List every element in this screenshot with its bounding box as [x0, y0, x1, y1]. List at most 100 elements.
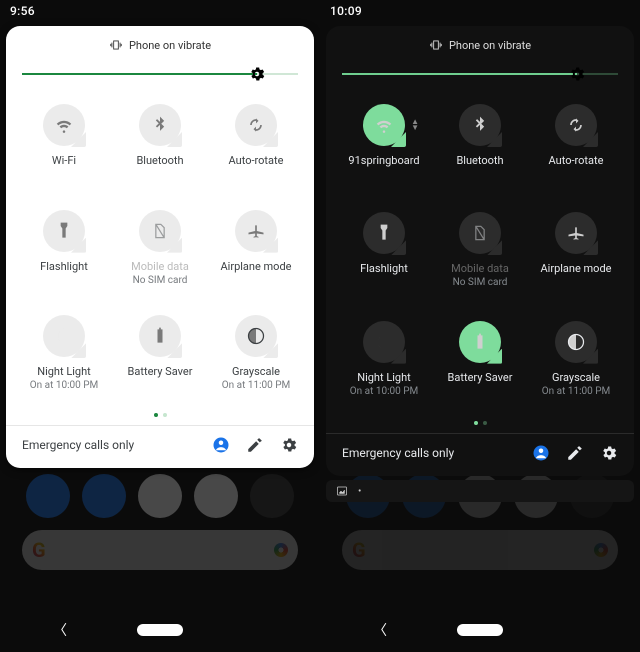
bluetooth-icon[interactable]	[139, 104, 181, 146]
battery-icon[interactable]	[459, 321, 501, 363]
messages-app-icon	[82, 474, 126, 518]
home-search-bar: G	[342, 530, 618, 570]
navigation-bar: 〈	[0, 608, 320, 652]
chrome-app-icon	[194, 474, 238, 518]
brightness-fill	[342, 73, 577, 75]
contrast-icon[interactable]	[555, 321, 597, 363]
page-dot	[163, 413, 167, 417]
tile-bluetooth[interactable]: Bluetooth	[115, 104, 205, 198]
carrier-text: Emergency calls only	[22, 438, 134, 452]
wifi-icon[interactable]: ▲▼	[363, 104, 405, 146]
moon-icon[interactable]	[363, 321, 405, 363]
page-dot	[154, 413, 158, 417]
tile-flashlight[interactable]: Flashlight	[339, 212, 429, 308]
tile-label: Battery Saver	[128, 365, 193, 378]
statusbar: 9:56	[0, 0, 320, 24]
user-icon[interactable]	[212, 436, 230, 454]
ringer-status-row[interactable]: Phone on vibrate	[336, 38, 624, 52]
airplane-icon[interactable]	[555, 212, 597, 254]
nosim-icon[interactable]	[139, 210, 181, 252]
flashlight-icon[interactable]	[363, 212, 405, 254]
google-logo-icon: G	[32, 538, 46, 562]
screenshot-icon	[336, 485, 348, 497]
tile-label: Airplane mode	[220, 260, 291, 273]
brightness-slider[interactable]	[342, 64, 618, 84]
assistant-icon	[594, 543, 608, 557]
quick-settings-panel: Phone on vibrate Wi-Fi Bluetooth Auto-rota…	[6, 26, 314, 468]
tile-label: Mobile dataNo SIM card	[131, 260, 189, 287]
contrast-icon[interactable]	[235, 315, 277, 357]
tile-airplane[interactable]: Airplane mode	[531, 212, 621, 308]
status-time: 9:56	[10, 4, 35, 18]
ringer-status-text: Phone on vibrate	[129, 39, 211, 52]
wifi-icon[interactable]	[43, 104, 85, 146]
home-button[interactable]	[457, 624, 503, 636]
camera-app-icon	[250, 474, 294, 518]
tile-label: 91springboard	[348, 154, 419, 167]
tile-bluetooth[interactable]: Bluetooth	[435, 104, 525, 200]
vibrate-icon	[429, 38, 443, 52]
tile-label: Flashlight	[360, 262, 408, 275]
brightness-thumb[interactable]	[568, 65, 586, 83]
airplane-icon[interactable]	[235, 210, 277, 252]
battery-icon[interactable]	[139, 315, 181, 357]
play-store-app-icon	[138, 474, 182, 518]
tile-label: Bluetooth	[136, 154, 183, 167]
tile-rotate[interactable]: Auto-rotate	[211, 104, 301, 198]
nosim-icon[interactable]	[459, 212, 501, 254]
left-pane: 9:56 G Phone on vibrate Wi-Fi Bluetooth Au…	[0, 0, 320, 652]
bluetooth-icon[interactable]	[459, 104, 501, 146]
tile-contrast[interactable]: GrayscaleOn at 11:00 PM	[531, 321, 621, 417]
tile-label: Auto-rotate	[229, 154, 284, 167]
ringer-status-text: Phone on vibrate	[449, 39, 531, 52]
tile-nosim[interactable]: Mobile dataNo SIM card	[435, 212, 525, 308]
user-icon[interactable]	[532, 444, 550, 462]
tile-wifi[interactable]: Wi-Fi	[19, 104, 109, 198]
settings-icon[interactable]	[600, 444, 618, 462]
brightness-thumb[interactable]	[248, 65, 266, 83]
vibrate-icon	[109, 38, 123, 52]
statusbar: 10:09	[320, 0, 640, 24]
ringer-status-row[interactable]: Phone on vibrate	[16, 38, 304, 52]
panel-footer: Emergency calls only	[16, 426, 304, 462]
tile-rotate[interactable]: Auto-rotate	[531, 104, 621, 200]
moon-icon[interactable]	[43, 315, 85, 357]
tile-label: Battery Saver	[448, 371, 513, 384]
tile-label: Wi-Fi	[52, 154, 76, 167]
tile-airplane[interactable]: Airplane mode	[211, 210, 301, 304]
edit-icon[interactable]	[246, 436, 264, 454]
tile-battery[interactable]: Battery Saver	[115, 315, 205, 409]
settings-icon[interactable]	[280, 436, 298, 454]
rotate-icon[interactable]	[555, 104, 597, 146]
page-indicator	[336, 421, 624, 425]
tile-flashlight[interactable]: Flashlight	[19, 210, 109, 304]
tile-label: Night LightOn at 10:00 PM	[30, 365, 99, 392]
rotate-icon[interactable]	[235, 104, 277, 146]
brightness-fill	[22, 73, 257, 75]
page-indicator	[16, 413, 304, 417]
tile-battery[interactable]: Battery Saver	[435, 321, 525, 417]
panel-footer: Emergency calls only	[336, 434, 624, 470]
tile-label: Night LightOn at 10:00 PM	[350, 371, 419, 398]
tile-moon[interactable]: Night LightOn at 10:00 PM	[339, 321, 429, 417]
tile-nosim[interactable]: Mobile dataNo SIM card	[115, 210, 205, 304]
tile-contrast[interactable]: GrayscaleOn at 11:00 PM	[211, 315, 301, 409]
flashlight-icon[interactable]	[43, 210, 85, 252]
expand-arrow-icon[interactable]: ▲▼	[411, 119, 419, 131]
tile-label: Bluetooth	[456, 154, 503, 167]
page-dot	[483, 421, 487, 425]
tiles-grid: Wi-Fi Bluetooth Auto-rotate Flashlight Mobil…	[16, 104, 304, 409]
tile-moon[interactable]: Night LightOn at 10:00 PM	[19, 315, 109, 409]
home-button[interactable]	[137, 624, 183, 636]
page-dot	[474, 421, 478, 425]
tiles-grid: ▲▼ 91springboard Bluetooth Auto-rotate Flash…	[336, 104, 624, 417]
back-button[interactable]: 〈	[53, 620, 67, 640]
tile-wifi[interactable]: ▲▼ 91springboard	[339, 104, 429, 200]
tile-label: Auto-rotate	[549, 154, 604, 167]
back-button[interactable]: 〈	[373, 620, 387, 640]
google-logo-icon: G	[352, 538, 366, 562]
brightness-slider[interactable]	[22, 64, 298, 84]
tile-label: GrayscaleOn at 11:00 PM	[542, 371, 611, 398]
edit-icon[interactable]	[566, 444, 584, 462]
notification-stub[interactable]: •	[326, 480, 634, 502]
